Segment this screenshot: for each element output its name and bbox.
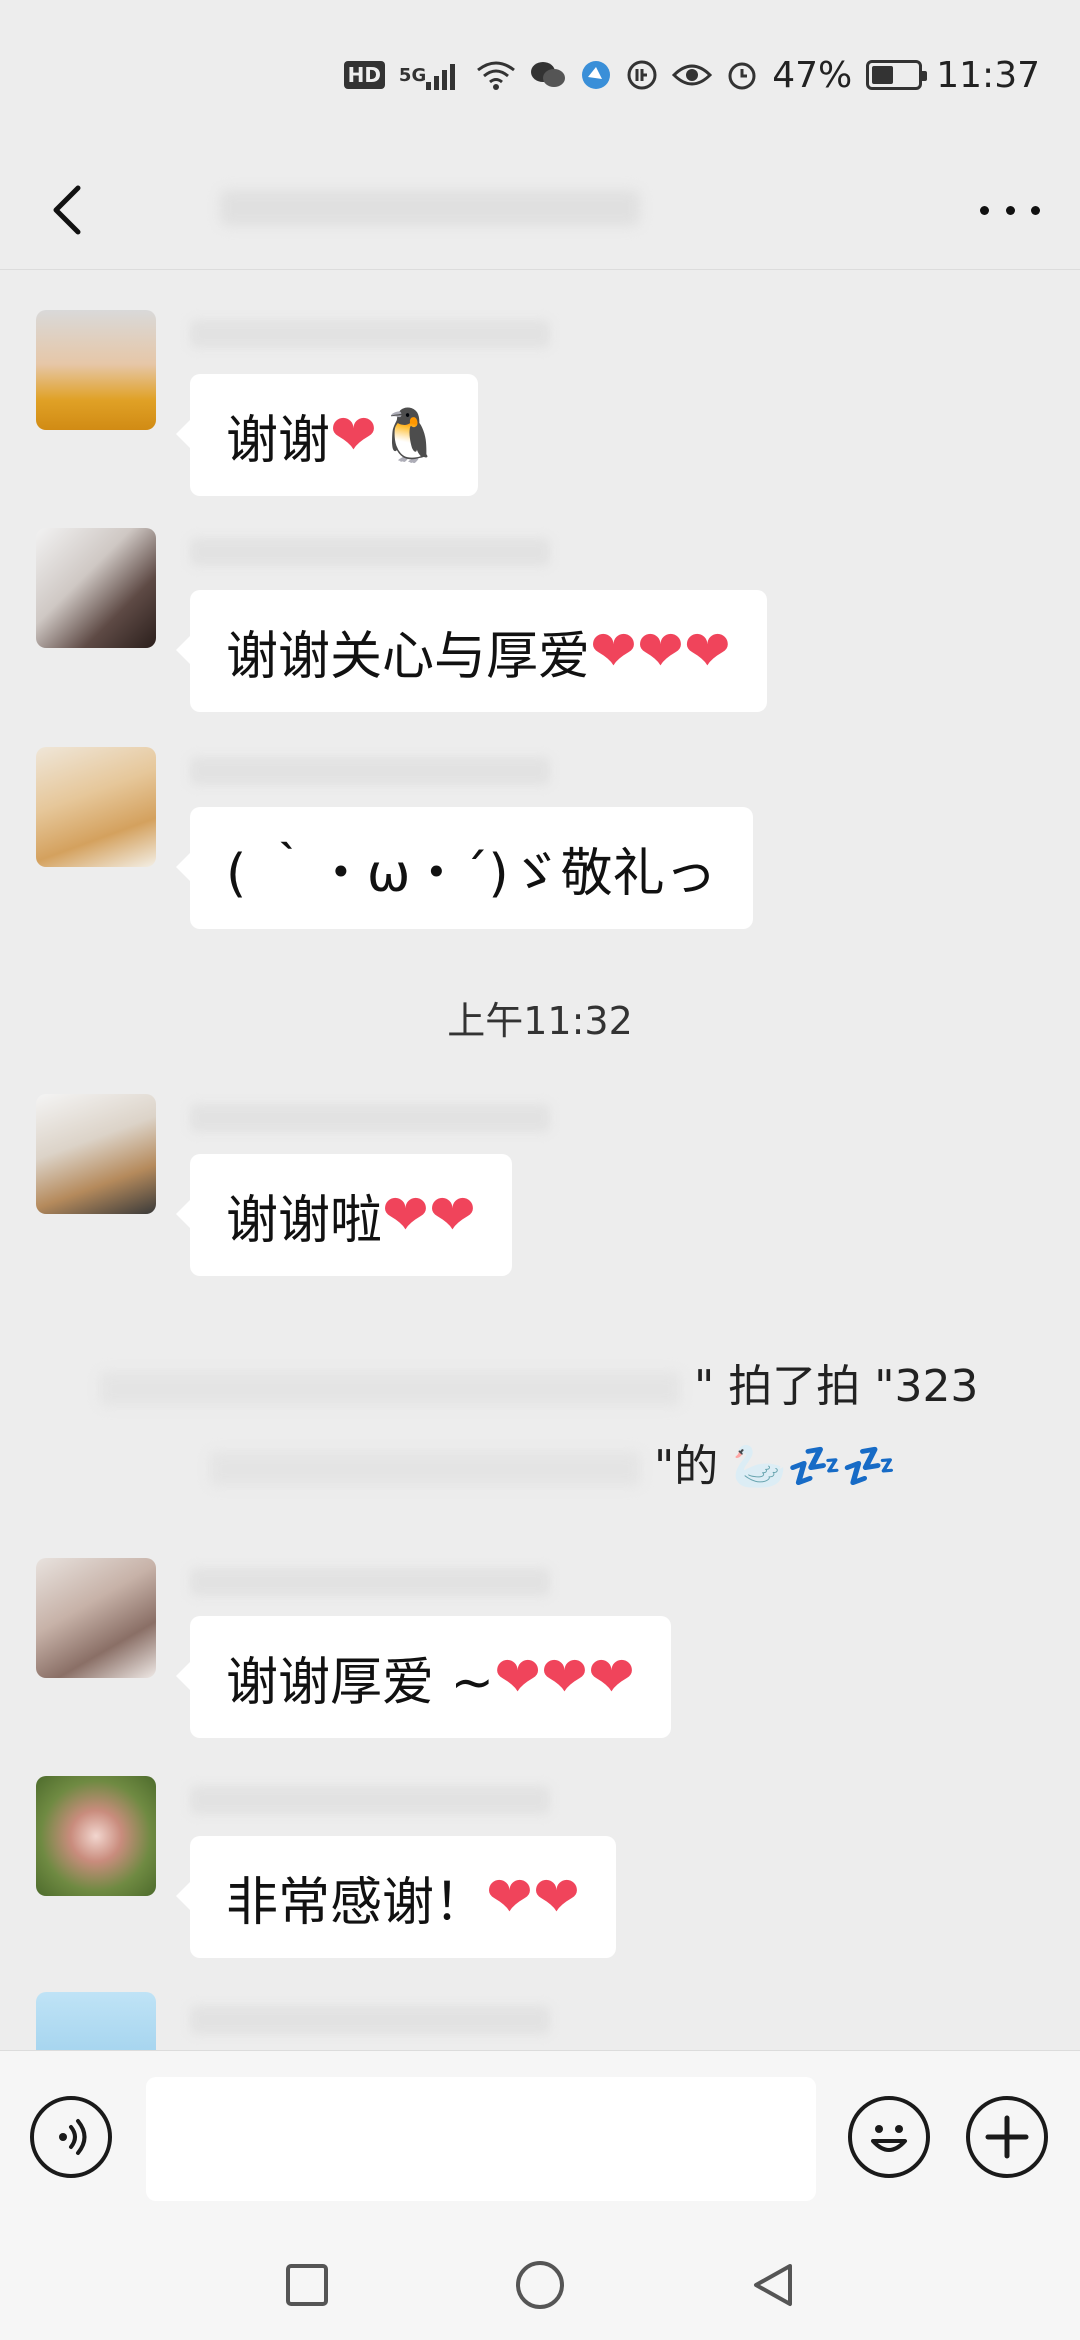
heart-emoji: ❤❤ bbox=[486, 1864, 580, 1930]
plus-button[interactable] bbox=[966, 2096, 1048, 2178]
emoji-icon bbox=[871, 2125, 907, 2152]
penguin-emoji: 🐧 bbox=[376, 405, 442, 466]
pat-text: " 拍了拍 "323 bbox=[694, 1361, 979, 1412]
heart-emoji: ❤❤❤ bbox=[494, 1644, 635, 1710]
chat-title-redacted bbox=[220, 190, 640, 226]
sender-name-redacted bbox=[190, 538, 550, 566]
network-type: 5G bbox=[398, 64, 427, 86]
voice-button[interactable] bbox=[30, 2096, 112, 2178]
circle-icon bbox=[515, 2261, 564, 2309]
alarm-icon bbox=[726, 59, 758, 91]
message-bubble[interactable]: 谢谢厚爱 ~ ❤❤❤ bbox=[176, 1616, 671, 1738]
system-back-button[interactable] bbox=[743, 2255, 803, 2315]
hd-icon: HD bbox=[343, 61, 385, 89]
wechat-icon bbox=[530, 60, 566, 90]
message-bubble[interactable]: 谢谢关心与厚爱 ❤❤❤ bbox=[176, 590, 767, 712]
avatar[interactable] bbox=[36, 747, 156, 867]
message-text: 谢谢 bbox=[226, 410, 331, 471]
plus-icon bbox=[985, 2115, 1029, 2159]
more-dot bbox=[1005, 205, 1015, 215]
sender-name-redacted bbox=[190, 757, 550, 785]
eye-icon bbox=[672, 61, 713, 89]
more-button[interactable] bbox=[980, 188, 1040, 232]
browser-icon bbox=[580, 59, 612, 91]
heart-emoji: ❤❤❤ bbox=[590, 618, 731, 684]
avatar[interactable] bbox=[36, 1992, 156, 2050]
emoji-button[interactable] bbox=[848, 2096, 930, 2178]
chevron-left-icon bbox=[53, 185, 81, 235]
chat-header bbox=[0, 150, 1080, 270]
avatar[interactable] bbox=[36, 310, 156, 430]
home-button[interactable] bbox=[510, 2255, 570, 2315]
more-dot bbox=[1031, 205, 1040, 215]
pat-target-redacted bbox=[210, 1452, 640, 1486]
timestamp: 上午11:32 bbox=[447, 999, 633, 1043]
system-nav-bar bbox=[0, 2230, 1080, 2340]
clock: 11:37 bbox=[936, 54, 1040, 96]
message-text: 谢谢关心与厚爱 bbox=[226, 626, 591, 687]
avatar[interactable] bbox=[36, 1776, 156, 1896]
battery-icon bbox=[866, 60, 928, 90]
back-button[interactable] bbox=[40, 180, 100, 240]
more-dots-icon bbox=[980, 205, 989, 215]
pat-notice-line2: "的 🦢💤💤 bbox=[210, 1430, 910, 1494]
pat-sender-redacted bbox=[100, 1372, 680, 1406]
triangle-back-icon bbox=[754, 2264, 793, 2306]
pat-icons: 🦢💤💤 bbox=[732, 1441, 897, 1492]
message-bubble[interactable]: 非常感谢！ ❤❤ bbox=[176, 1836, 616, 1958]
battery-percent: 47% bbox=[772, 54, 853, 96]
pat-notice-line1: " 拍了拍 "323 bbox=[100, 1350, 1000, 1414]
avatar[interactable] bbox=[36, 1558, 156, 1678]
heart-emoji: ❤❤ bbox=[382, 1182, 476, 1248]
sender-name-redacted bbox=[190, 1568, 550, 1596]
voice-icon bbox=[59, 2119, 87, 2155]
sender-name-redacted bbox=[190, 320, 550, 348]
message-partial bbox=[0, 1992, 1080, 2050]
pat-suffix: "的 bbox=[654, 1441, 719, 1492]
message-bubble[interactable]: 谢谢啦 ❤❤ bbox=[176, 1154, 512, 1276]
message-text: 谢谢啦 bbox=[226, 1190, 383, 1251]
sender-name-redacted bbox=[190, 1786, 550, 1814]
message-text: 非常感谢！ bbox=[226, 1872, 487, 1933]
battery-fill bbox=[872, 66, 893, 84]
avatar[interactable] bbox=[36, 1094, 156, 1214]
input-bar bbox=[0, 2050, 1080, 2230]
heart-emoji: ❤ bbox=[330, 402, 377, 468]
status-bar: HD 5G 47% 11:37 bbox=[0, 0, 1080, 150]
message-text: 谢谢厚爱 ~ bbox=[226, 1652, 495, 1713]
sender-name-redacted bbox=[190, 1104, 550, 1132]
data-saver-icon bbox=[626, 59, 658, 91]
message-input[interactable] bbox=[146, 2077, 816, 2201]
message-bubble[interactable]: 谢谢 ❤ 🐧 bbox=[176, 374, 478, 496]
square-icon bbox=[285, 2264, 328, 2306]
message-bubble[interactable]: ( ｀・ω・´)ゞ敬礼っ bbox=[176, 807, 753, 929]
sender-name-redacted bbox=[190, 2006, 550, 2034]
signal-icon: 5G bbox=[399, 60, 462, 90]
message-text: ( ｀・ω・´)ゞ敬礼っ bbox=[226, 843, 717, 904]
avatar[interactable] bbox=[36, 528, 156, 648]
recent-apps-button[interactable] bbox=[277, 2255, 337, 2315]
wifi-icon bbox=[476, 60, 516, 90]
